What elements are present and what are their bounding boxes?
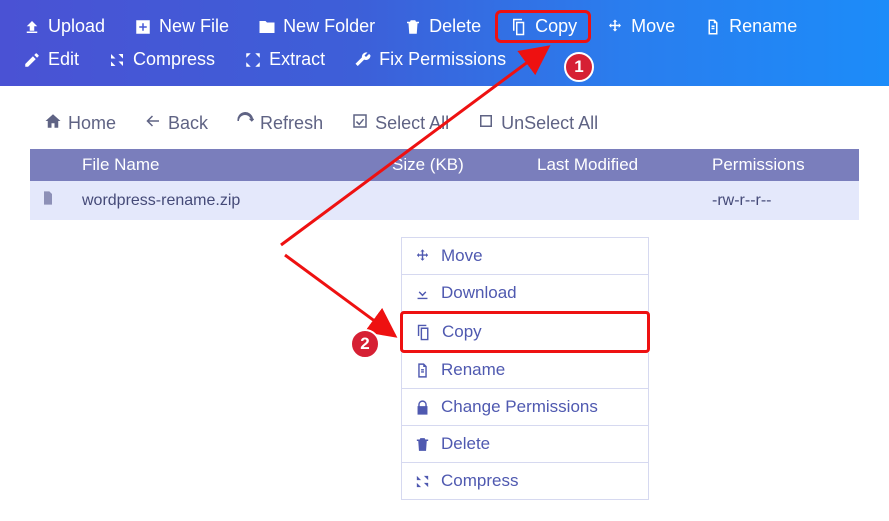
compress-icon (414, 473, 431, 490)
ctx-rename[interactable]: Rename (401, 352, 649, 389)
rename-button[interactable]: Rename (689, 10, 811, 43)
cell-permissions: -rw-r--r-- (702, 181, 859, 220)
new-folder-label: New Folder (283, 16, 375, 37)
copy-icon (509, 17, 529, 37)
fix-permissions-button[interactable]: Fix Permissions (339, 43, 520, 76)
move-icon (414, 248, 431, 265)
back-arrow-icon (144, 112, 162, 135)
main-toolbar: Upload New File New Folder Delete Copy M… (0, 0, 889, 86)
ctx-delete-label: Delete (441, 434, 490, 454)
cell-size (382, 181, 527, 220)
home-button[interactable]: Home (30, 108, 130, 139)
ctx-copy[interactable]: Copy (400, 311, 650, 353)
back-label: Back (168, 113, 208, 134)
ctx-change-permissions[interactable]: Change Permissions (401, 389, 649, 426)
ctx-change-permissions-label: Change Permissions (441, 397, 598, 417)
ctx-download[interactable]: Download (401, 275, 649, 312)
cell-filename: wordpress-rename.zip (72, 181, 382, 220)
back-button[interactable]: Back (130, 108, 222, 139)
upload-icon (22, 17, 42, 37)
file-icon (414, 362, 431, 379)
copy-button[interactable]: Copy (495, 10, 591, 43)
move-label: Move (631, 16, 675, 37)
checkbox-checked-icon (351, 112, 369, 135)
header-modified[interactable]: Last Modified (527, 149, 702, 181)
extract-label: Extract (269, 49, 325, 70)
select-all-label: Select All (375, 113, 449, 134)
compress-button[interactable]: Compress (93, 43, 229, 76)
new-folder-button[interactable]: New Folder (243, 10, 389, 43)
header-filename[interactable]: File Name (72, 149, 382, 181)
ctx-rename-label: Rename (441, 360, 505, 380)
expand-icon (243, 50, 263, 70)
cell-modified (527, 181, 702, 220)
delete-button[interactable]: Delete (389, 10, 495, 43)
delete-label: Delete (429, 16, 481, 37)
ctx-compress-label: Compress (441, 471, 518, 491)
annotation-badge-2: 2 (350, 329, 380, 359)
select-all-button[interactable]: Select All (337, 108, 463, 139)
upload-button[interactable]: Upload (8, 10, 119, 43)
file-icon (703, 17, 723, 37)
download-icon (414, 285, 431, 302)
home-label: Home (68, 113, 116, 134)
refresh-label: Refresh (260, 113, 323, 134)
edit-button[interactable]: Edit (8, 43, 93, 76)
edit-label: Edit (48, 49, 79, 70)
copy-icon (415, 324, 432, 341)
compress-icon (107, 50, 127, 70)
annotation-badge-1: 1 (564, 52, 594, 82)
folder-icon (257, 17, 277, 37)
new-file-button[interactable]: New File (119, 10, 243, 43)
pencil-icon (22, 50, 42, 70)
ctx-copy-label: Copy (442, 322, 482, 342)
table-row[interactable]: wordpress-rename.zip -rw-r--r-- (30, 181, 859, 220)
lock-icon (414, 399, 431, 416)
extract-button[interactable]: Extract (229, 43, 339, 76)
header-permissions[interactable]: Permissions (702, 149, 859, 181)
checkbox-empty-icon (477, 112, 495, 135)
file-table: File Name Size (KB) Last Modified Permis… (30, 149, 859, 220)
ctx-compress[interactable]: Compress (401, 463, 649, 500)
refresh-icon (236, 112, 254, 135)
home-icon (44, 112, 62, 135)
unselect-all-label: UnSelect All (501, 113, 598, 134)
wrench-icon (353, 50, 373, 70)
context-menu: Move Download Copy Rename Change Permiss… (401, 237, 649, 500)
ctx-download-label: Download (441, 283, 517, 303)
new-file-label: New File (159, 16, 229, 37)
rename-label: Rename (729, 16, 797, 37)
unselect-all-button[interactable]: UnSelect All (463, 108, 612, 139)
move-button[interactable]: Move (591, 10, 689, 43)
navigation-bar: Home Back Refresh Select All UnSelect Al… (0, 86, 889, 149)
plus-square-icon (133, 17, 153, 37)
header-size[interactable]: Size (KB) (382, 149, 527, 181)
ctx-move-label: Move (441, 246, 483, 266)
trash-icon (414, 436, 431, 453)
table-header-row: File Name Size (KB) Last Modified Permis… (30, 149, 859, 181)
file-type-icon (30, 181, 72, 220)
upload-label: Upload (48, 16, 105, 37)
trash-icon (403, 17, 423, 37)
copy-label: Copy (535, 16, 577, 37)
ctx-move[interactable]: Move (401, 237, 649, 275)
compress-label: Compress (133, 49, 215, 70)
ctx-delete[interactable]: Delete (401, 426, 649, 463)
file-table-wrap: File Name Size (KB) Last Modified Permis… (0, 149, 889, 220)
fix-permissions-label: Fix Permissions (379, 49, 506, 70)
refresh-button[interactable]: Refresh (222, 108, 337, 139)
move-icon (605, 17, 625, 37)
